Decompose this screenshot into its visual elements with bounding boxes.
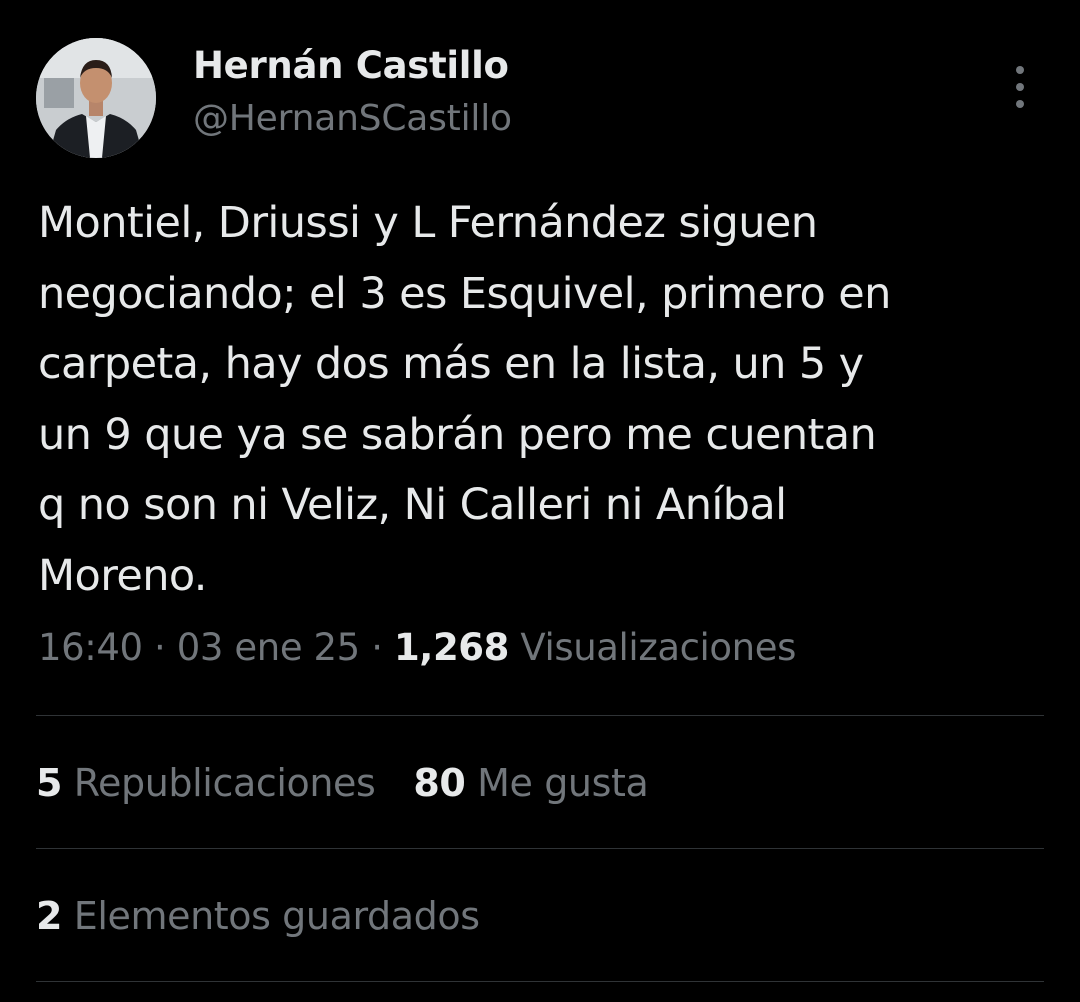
meta-separator: · [371,626,383,669]
likes-label: Me gusta [477,761,649,805]
likes-count: 80 [413,761,466,805]
avatar[interactable] [36,38,156,158]
tweet-meta: 16:40 · 03 ene 25 · 1,268 Visualizacione… [38,626,796,669]
reposts-label: Republicaciones [73,761,376,805]
bookmarks-label: Elementos guardados [73,894,480,938]
engagement-row: 5 Republicaciones 80 Me gusta [36,761,649,805]
bookmarks-row: 2 Elementos guardados [36,894,480,938]
tweet-text: Montiel, Driussi y L Fernández siguen ne… [38,198,891,601]
meta-separator: · [154,626,166,669]
author-handle[interactable]: @HernanSCastillo [193,98,512,139]
reposts-stat[interactable]: 5 Republicaciones [36,761,376,805]
views-count: 1,268 [393,626,509,669]
tweet-date[interactable]: 03 ene 25 [177,626,360,669]
divider [36,981,1044,982]
reposts-count: 5 [36,761,63,805]
more-dot [1016,83,1024,91]
bookmarks-stat[interactable]: 2 Elementos guardados [36,894,480,938]
tweet-time[interactable]: 16:40 [38,626,143,669]
avatar-photo [36,38,156,158]
divider [36,848,1044,849]
more-options-icon[interactable] [1004,64,1036,110]
likes-stat[interactable]: 80 Me gusta [413,761,648,805]
more-dot [1016,66,1024,74]
more-dot [1016,100,1024,108]
author-name[interactable]: Hernán Castillo [193,44,509,87]
views-label: Visualizaciones [520,626,796,669]
divider [36,715,1044,716]
bookmarks-count: 2 [36,894,63,938]
